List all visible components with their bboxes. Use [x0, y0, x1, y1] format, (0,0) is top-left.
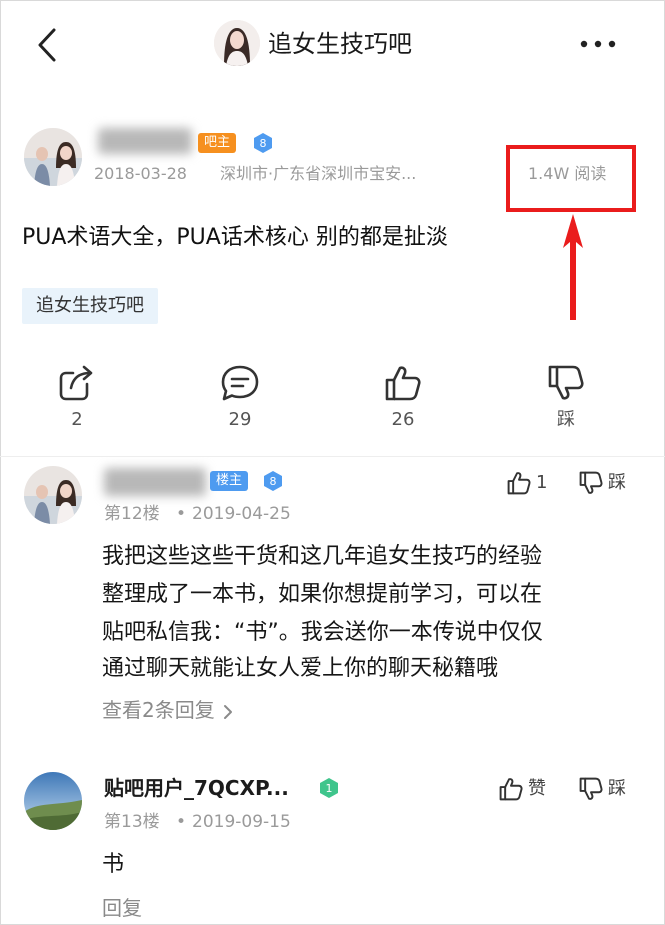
comment-text-line: 通过聊天就能让女人爱上你的聊天秘籍哦	[102, 656, 499, 681]
red-arrow-annotation	[563, 214, 583, 320]
commenter-level-text: 1	[326, 782, 333, 795]
comment-dislike-label: 踩	[608, 778, 626, 799]
comment-date: 2019-04-25	[192, 504, 291, 524]
thumbs-up-icon	[507, 472, 531, 495]
comment-avatar-image	[24, 466, 82, 524]
comment-bubble-icon	[221, 365, 259, 401]
comment-text-line: 我把这些这些干货和这几年追女生技巧的经验	[102, 544, 543, 569]
floor-number: 第12楼	[104, 504, 160, 524]
share-count: 2	[71, 409, 83, 430]
forum-avatar-image	[214, 20, 260, 66]
page-title: 追女生技巧吧	[268, 30, 412, 58]
commenter-level-text: 8	[270, 475, 277, 488]
comment-text-line: 整理成了一本书，如果你想提前学习，可以在	[102, 582, 543, 607]
author-name-blurred	[98, 128, 192, 154]
comment-like-count: 1	[536, 472, 548, 493]
comment-count: 29	[228, 409, 252, 430]
comment-avatar[interactable]	[24, 466, 82, 524]
op-badge: 楼主	[210, 471, 249, 491]
landscape-avatar-image	[24, 772, 82, 830]
forum-tag[interactable]: 追女生技巧吧	[22, 288, 158, 324]
share-button[interactable]: 2	[37, 364, 117, 432]
post-title: PUA术语大全，PUA话术核心 别的都是扯淡	[22, 225, 448, 250]
share-icon	[59, 365, 93, 401]
commenter-name-blurred	[104, 468, 206, 496]
comment-dislike-button[interactable]: 踩	[578, 470, 626, 496]
thumbs-down-icon	[579, 471, 603, 494]
comment-text-line: 贴吧私信我：“书”。我会送你一本传说中仅仅	[102, 620, 543, 645]
thumbs-up-icon	[385, 366, 421, 401]
section-divider	[0, 456, 665, 457]
thumbs-up-icon	[499, 778, 523, 801]
owner-badge: 吧主	[198, 133, 237, 153]
floor-dot: •	[176, 504, 187, 524]
comment-like-label: 赞	[528, 778, 546, 799]
author-avatar[interactable]	[24, 128, 82, 186]
post-location: 深圳市·广东省深圳市宝安...	[220, 164, 417, 183]
level-diamond-icon: 8	[264, 471, 282, 491]
thumbs-down-icon	[548, 365, 584, 400]
floor-dot: •	[176, 812, 187, 832]
comment-button[interactable]: 29	[200, 364, 280, 432]
highlight-box	[506, 145, 636, 212]
level-diamond-icon: 1	[320, 778, 338, 798]
commenter-name[interactable]: 贴吧用户_7QCXP...	[104, 774, 289, 802]
comment-like-button[interactable]: 1	[506, 470, 547, 496]
view-replies-link[interactable]: 查看2条回复	[102, 696, 235, 724]
level-diamond-icon: 8	[254, 133, 272, 153]
chevron-right-icon	[224, 704, 233, 719]
thumbs-down-icon	[579, 777, 603, 800]
floor-number: 第13楼	[104, 812, 160, 832]
author-level-text: 8	[260, 137, 267, 150]
author-avatar-image	[24, 128, 82, 186]
chevron-left-icon[interactable]	[30, 24, 66, 66]
comment-dislike-button[interactable]: 踩	[578, 776, 626, 802]
comment-like-button[interactable]: 赞	[498, 776, 546, 802]
comment-avatar[interactable]	[24, 772, 82, 830]
dislike-button[interactable]: 踩	[526, 364, 606, 432]
comment-date: 2019-09-15	[192, 812, 291, 832]
more-dots-icon[interactable]	[578, 38, 618, 50]
forum-avatar[interactable]	[214, 20, 260, 66]
comment-dislike-label: 踩	[608, 472, 626, 493]
dislike-label: 踩	[557, 409, 575, 430]
like-button[interactable]: 26	[363, 364, 443, 432]
post-date: 2018-03-28	[94, 164, 187, 183]
like-count: 26	[391, 409, 415, 430]
view-replies-label: 查看2条回复	[102, 698, 215, 722]
reply-link[interactable]: 回复	[102, 894, 142, 922]
comment-text: 书	[102, 852, 125, 877]
